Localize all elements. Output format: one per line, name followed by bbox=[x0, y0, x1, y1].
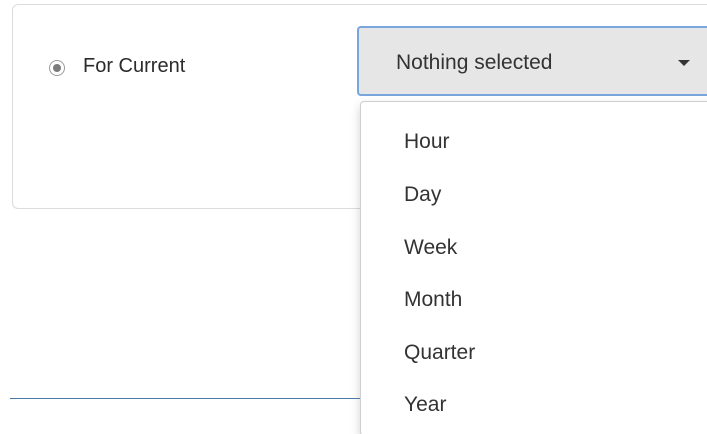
dropdown-option-day[interactable]: Day bbox=[404, 182, 441, 208]
for-current-label: For Current bbox=[83, 55, 186, 77]
dropdown-option-year[interactable]: Year bbox=[404, 392, 446, 418]
caret-down-icon[interactable] bbox=[678, 60, 690, 66]
section-divider bbox=[10, 398, 360, 399]
dropdown-option-month[interactable]: Month bbox=[404, 287, 462, 313]
for-current-radio[interactable] bbox=[49, 60, 65, 76]
dropdown-option-quarter[interactable]: Quarter bbox=[404, 340, 475, 366]
radio-dot-icon bbox=[53, 64, 61, 72]
dropdown-option-week[interactable]: Week bbox=[404, 235, 457, 261]
period-select-value: Nothing selected bbox=[396, 51, 553, 74]
dropdown-option-hour[interactable]: Hour bbox=[404, 129, 450, 155]
period-dropdown-menu: Hour Day Week Month Quarter Year bbox=[360, 101, 707, 434]
page: For Current Nothing selected Hour Day We… bbox=[0, 0, 707, 434]
